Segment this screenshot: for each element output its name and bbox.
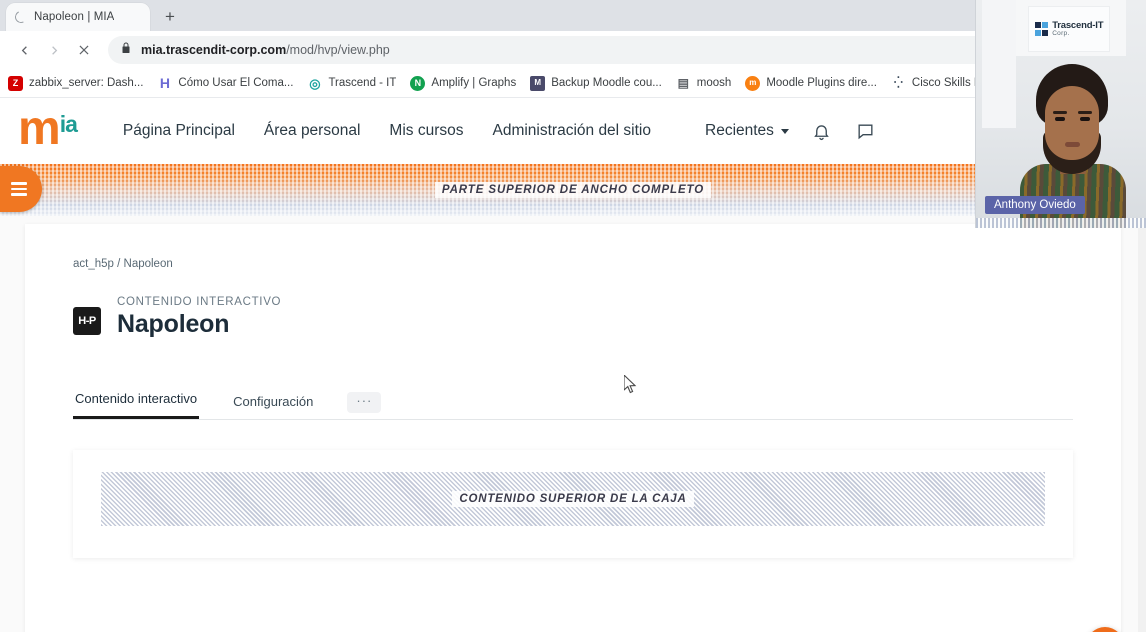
site-logo[interactable]: m ia bbox=[18, 101, 78, 155]
webcam-overlay[interactable]: Trascend-IT Corp. Anthony Oviedo bbox=[975, 0, 1146, 228]
bookmark-label: Cómo Usar El Coma... bbox=[178, 77, 294, 89]
box-region-label: CONTENIDO SUPERIOR DE LA CAJA bbox=[452, 491, 694, 507]
trascend-logo-icon bbox=[1034, 22, 1049, 36]
zabbix-favicon: Z bbox=[8, 75, 23, 91]
h5p-icon: H-P bbox=[73, 307, 101, 335]
nav-item-area-personal[interactable]: Área personal bbox=[264, 122, 361, 140]
content-sheet: act_h5p / Napoleon H-P CONTENIDO INTERAC… bbox=[25, 224, 1121, 632]
bookmark-label: Backup Moodle cou... bbox=[551, 77, 662, 89]
poster-subtitle: Corp. bbox=[1052, 30, 1070, 37]
bookmark-item[interactable]: ▤ moosh bbox=[675, 75, 732, 91]
notification-bell-icon[interactable] bbox=[811, 120, 833, 142]
box-content-card: CONTENIDO SUPERIOR DE LA CAJA bbox=[73, 450, 1073, 558]
padlock-icon bbox=[120, 41, 132, 59]
bookmark-label: Moodle Plugins dire... bbox=[766, 77, 877, 89]
browser-window: Napoleon | MIA + mia.trascendit-corp.com… bbox=[0, 0, 1146, 633]
page-content-area: act_h5p / Napoleon H-P CONTENIDO INTERAC… bbox=[0, 216, 1146, 632]
bookmark-item[interactable]: ◎ Trascend - IT bbox=[307, 75, 397, 91]
participant-eyebrow bbox=[1053, 111, 1067, 114]
nav-item-administracion-del-sitio[interactable]: Administración del sitio bbox=[492, 122, 651, 140]
banner-label: PARTE SUPERIOR DE ANCHO COMPLETO bbox=[434, 182, 712, 198]
bookmark-item[interactable]: m Moodle Plugins dire... bbox=[745, 75, 877, 91]
recientes-label: Recientes bbox=[705, 122, 774, 139]
bookmark-label: zabbix_server: Dash... bbox=[29, 77, 144, 89]
activity-header: H-P CONTENIDO INTERACTIVO Napoleon bbox=[73, 296, 1073, 339]
tab-contenido-interactivo[interactable]: Contenido interactivo bbox=[73, 383, 200, 419]
tab-configuracion[interactable]: Configuración bbox=[231, 386, 315, 419]
message-bubble-icon[interactable] bbox=[855, 120, 877, 142]
page-title: Napoleon bbox=[117, 310, 230, 338]
webcam-bottom-edge bbox=[976, 218, 1146, 228]
bookmark-label: moosh bbox=[696, 77, 732, 89]
loading-spinner-icon bbox=[13, 9, 29, 25]
amplify-favicon: N bbox=[410, 75, 426, 91]
logo-ia: ia bbox=[59, 110, 78, 137]
url-path: /mod/hvp/view.php bbox=[286, 43, 390, 57]
browser-tab[interactable]: Napoleon | MIA bbox=[6, 3, 150, 31]
participant-name-label: Anthony Oviedo bbox=[985, 196, 1085, 214]
nav-item-mis-cursos[interactable]: Mis cursos bbox=[389, 122, 463, 140]
activity-tabs: Contenido interactivo Configuración ··· bbox=[73, 383, 1073, 420]
moodle-backup-favicon: M bbox=[530, 75, 546, 91]
primary-nav: Página Principal Área personal Mis curso… bbox=[123, 122, 651, 140]
cisco-favicon: ⁛ bbox=[890, 75, 906, 91]
participant-mouth bbox=[1065, 142, 1080, 147]
participant-eye bbox=[1055, 117, 1065, 121]
moodle-plugins-favicon: m bbox=[745, 75, 761, 91]
bookmark-item[interactable]: N Amplify | Graphs bbox=[410, 75, 517, 91]
bookmark-item[interactable]: Zzabbix_server: Dash... bbox=[8, 75, 144, 91]
bookmark-label: Trascend - IT bbox=[328, 77, 397, 89]
box-top-region: CONTENIDO SUPERIOR DE LA CAJA bbox=[101, 472, 1045, 526]
address-bar[interactable]: mia.trascendit-corp.com/mod/hvp/view.php bbox=[108, 36, 1044, 64]
activity-type-label: CONTENIDO INTERACTIVO bbox=[117, 296, 282, 308]
back-button[interactable] bbox=[10, 36, 38, 64]
new-tab-button[interactable]: + bbox=[159, 5, 181, 27]
tab-more-menu[interactable]: ··· bbox=[347, 392, 382, 413]
poster-title: Trascend-IT bbox=[1052, 19, 1104, 31]
background-wall bbox=[982, 0, 1016, 128]
nav-item-pagina-principal[interactable]: Página Principal bbox=[123, 122, 235, 140]
address-bar-url: mia.trascendit-corp.com/mod/hvp/view.php bbox=[141, 43, 390, 57]
url-host: mia.trascendit-corp.com bbox=[141, 43, 287, 57]
browser-tab-title: Napoleon | MIA bbox=[34, 11, 115, 23]
bookmark-label: Amplify | Graphs bbox=[431, 77, 517, 89]
logo-m: m bbox=[18, 101, 61, 155]
trascend-it-poster: Trascend-IT Corp. bbox=[1028, 6, 1110, 52]
participant-face bbox=[1045, 86, 1099, 160]
chevron-down-icon bbox=[780, 128, 789, 134]
hamburger-menu-icon[interactable] bbox=[0, 166, 42, 212]
forward-button[interactable] bbox=[40, 36, 68, 64]
trascend-favicon: ◎ bbox=[307, 75, 323, 91]
recientes-dropdown[interactable]: Recientes bbox=[705, 122, 789, 140]
mouse-cursor bbox=[623, 373, 638, 395]
h-favicon: H bbox=[157, 75, 173, 91]
breadcrumb[interactable]: act_h5p / Napoleon bbox=[73, 258, 1073, 270]
bookmark-item[interactable]: H Cómo Usar El Coma... bbox=[157, 75, 294, 91]
document-favicon: ▤ bbox=[675, 75, 691, 91]
participant-eye bbox=[1080, 117, 1090, 121]
bookmark-item[interactable]: M Backup Moodle cou... bbox=[530, 75, 662, 91]
participant-eyebrow bbox=[1078, 111, 1092, 114]
nav-right-group: Recientes bbox=[705, 120, 877, 142]
stop-loading-button[interactable] bbox=[70, 36, 98, 64]
